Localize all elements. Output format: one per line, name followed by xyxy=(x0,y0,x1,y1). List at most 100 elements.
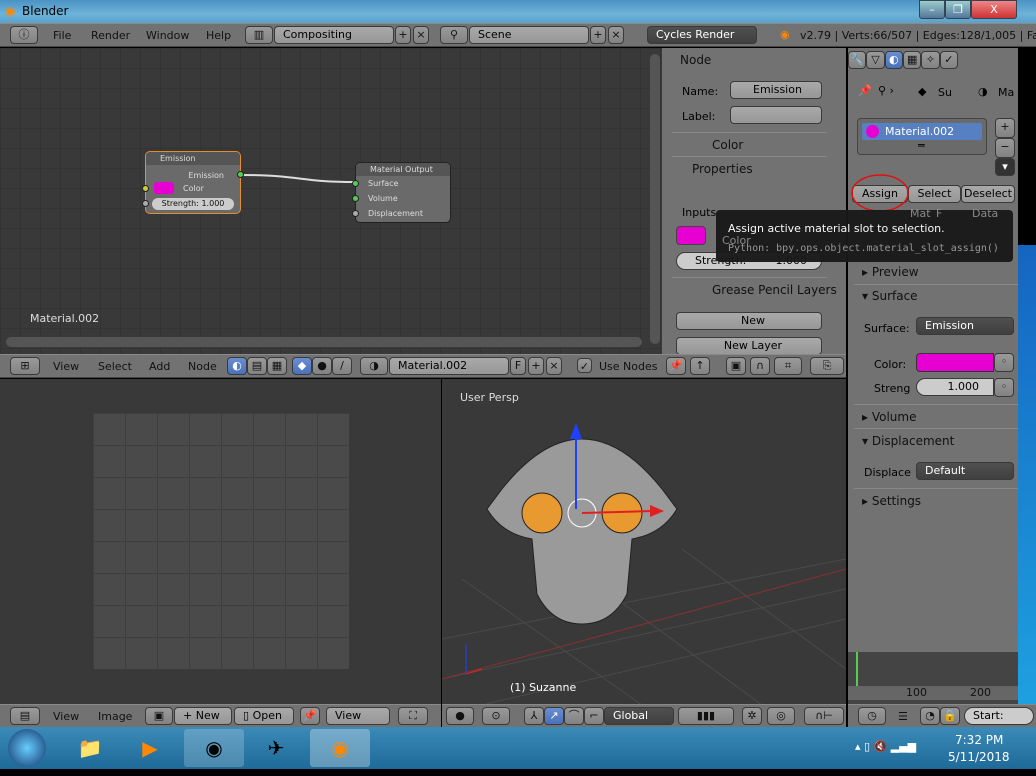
color-panel-title[interactable]: Color xyxy=(712,138,743,152)
add-slot-icon[interactable]: + xyxy=(995,118,1015,138)
editor-type-icon[interactable]: ⊞ xyxy=(10,357,40,375)
new-image-button[interactable]: + New xyxy=(174,707,232,725)
output-socket[interactable] xyxy=(237,171,244,178)
close-button[interactable]: X xyxy=(971,0,1017,19)
keyframe-icon[interactable]: ◔ xyxy=(920,707,940,725)
media-player-icon[interactable]: ▶ xyxy=(120,729,180,767)
start-button[interactable] xyxy=(8,729,46,767)
image-editor[interactable] xyxy=(0,379,441,705)
menu-icon[interactable]: ☰ xyxy=(898,710,908,723)
resize-handle-icon[interactable]: ═ xyxy=(918,139,925,152)
add-material-icon[interactable]: + xyxy=(528,357,544,375)
app-icon[interactable]: ✈ xyxy=(246,729,306,767)
layout-field[interactable]: Compositing xyxy=(274,26,394,44)
copy-paste-icon[interactable]: ⎘ xyxy=(810,357,844,375)
lock-icon[interactable]: 🔒 xyxy=(940,707,960,725)
snap-element-icon[interactable]: ⌗ xyxy=(774,357,802,375)
properties-panel-title[interactable]: Properties xyxy=(692,162,753,176)
new-grease-pencil-button[interactable]: New xyxy=(676,312,822,330)
data-tab-icon[interactable]: ▽ xyxy=(866,51,885,69)
tray-icons[interactable]: ▴ ▯ 🔇 ▂▄▆ xyxy=(855,740,916,753)
render-engine-select[interactable]: Cycles Render xyxy=(647,26,757,44)
clock-date[interactable]: 5/11/2018 xyxy=(948,750,1010,764)
strength-field[interactable]: 1.000 xyxy=(916,378,994,396)
settings-panel-title[interactable]: ▸ Settings xyxy=(862,494,921,508)
pin-icon[interactable]: 📌 xyxy=(858,84,872,97)
compositing-nodes-icon[interactable]: ▤ xyxy=(247,357,267,375)
surface-color-swatch[interactable] xyxy=(916,353,994,372)
pin-icon[interactable]: 📌 xyxy=(666,357,686,375)
remove-material-icon[interactable]: × xyxy=(546,357,562,375)
material-field[interactable]: Mat xyxy=(910,207,931,220)
breadcrumb-object[interactable]: Su xyxy=(938,86,952,99)
current-frame-marker[interactable] xyxy=(856,652,858,686)
world-icon[interactable]: ● xyxy=(312,357,332,375)
new-layer-button[interactable]: New Layer xyxy=(676,337,822,355)
start-frame-field[interactable]: Start: xyxy=(964,707,1034,725)
emission-node[interactable]: Emission Emission Color Strength: 1.000 xyxy=(142,151,244,214)
snap-element-icon[interactable]: ∩⊢ xyxy=(804,707,844,725)
node-name-field[interactable]: Emission xyxy=(730,81,822,99)
remove-slot-icon[interactable]: − xyxy=(995,138,1015,158)
input-socket[interactable] xyxy=(352,195,359,202)
scene-field[interactable]: Scene xyxy=(469,26,589,44)
menu-image[interactable]: Image xyxy=(98,710,132,723)
texture-tab-icon[interactable]: ▦ xyxy=(902,51,922,69)
menu-help[interactable]: Help xyxy=(206,29,231,42)
add-layout-icon[interactable]: + xyxy=(395,26,411,44)
displacement-panel-title[interactable]: ▾ Displacement xyxy=(862,434,954,448)
displacement-method-select[interactable]: Default xyxy=(916,462,1014,480)
menu-window[interactable]: Window xyxy=(146,29,189,42)
color-swatch[interactable] xyxy=(154,182,174,194)
view-mode-select[interactable]: View xyxy=(326,707,390,725)
shader-nodes-icon[interactable]: ◐ xyxy=(227,357,247,375)
menu-file[interactable]: File xyxy=(53,29,71,42)
node-panel-title[interactable]: Node xyxy=(680,53,711,67)
menu-select[interactable]: Select xyxy=(98,360,132,373)
file-explorer-icon[interactable]: 📁 xyxy=(60,729,120,767)
link-socket-icon[interactable]: ◦ xyxy=(994,378,1014,397)
editor-type-icon[interactable]: ▤ xyxy=(10,707,40,725)
image-browse-icon[interactable]: ▣ xyxy=(145,707,173,725)
fake-user-button[interactable]: F xyxy=(510,357,526,375)
grease-pencil-panel-title[interactable]: Grease Pencil Layers xyxy=(712,283,837,297)
slot-specials-icon[interactable]: ▾ xyxy=(995,158,1015,176)
remove-scene-icon[interactable]: × xyxy=(608,26,624,44)
horizontal-scrollbar[interactable] xyxy=(6,337,642,347)
pin-icon[interactable]: 📌 xyxy=(300,707,320,725)
input-socket[interactable] xyxy=(142,200,149,207)
translate-icon[interactable]: ↗ xyxy=(544,707,564,725)
line-style-icon[interactable]: / xyxy=(332,357,352,375)
open-image-button[interactable]: ▯ Open xyxy=(234,707,294,725)
manipulator-icon[interactable]: ⅄ xyxy=(524,707,544,725)
preview-panel-title[interactable]: ▸ Preview xyxy=(862,265,919,279)
texture-nodes-icon[interactable]: ▦ xyxy=(267,357,287,375)
info-editor-icon[interactable]: ⓘ xyxy=(10,26,38,44)
orientation-select[interactable]: Global xyxy=(604,707,674,725)
shading-icon[interactable]: ● xyxy=(446,707,474,725)
layer-icons[interactable]: ▮▮▮ xyxy=(678,707,734,725)
clock-time[interactable]: 7:32 PM xyxy=(955,733,1003,747)
minimize-button[interactable]: – xyxy=(919,0,945,19)
fake-user-button[interactable]: F xyxy=(936,207,942,220)
material-tab-icon[interactable]: ◐ xyxy=(884,51,903,69)
backdrop-icon[interactable]: ▣ xyxy=(726,357,746,375)
material-field[interactable]: Material.002 xyxy=(389,357,509,375)
input-socket[interactable] xyxy=(142,185,149,192)
material-output-node[interactable]: Material Output Surface Volume Displacem… xyxy=(352,162,451,223)
strength-slider[interactable]: Strength: 1.000 xyxy=(152,198,234,210)
chrome-icon[interactable]: ◉ xyxy=(184,729,244,767)
particles-tab-icon[interactable]: ✧ xyxy=(921,51,940,69)
select-button[interactable]: Select xyxy=(908,185,961,203)
proportional-icon[interactable]: ✲ xyxy=(742,707,762,725)
link-socket-icon[interactable]: ◦ xyxy=(994,353,1014,372)
menu-add[interactable]: Add xyxy=(149,360,170,373)
menu-view[interactable]: View xyxy=(53,710,79,723)
material-browse-icon[interactable]: ◑ xyxy=(360,357,388,375)
remove-layout-icon[interactable]: × xyxy=(413,26,429,44)
object-icon[interactable]: ◆ xyxy=(292,357,312,375)
timeline[interactable]: 100 200 xyxy=(848,652,1018,704)
material-slot-list[interactable]: Material.002 ═ xyxy=(857,118,987,155)
color-swatch[interactable] xyxy=(676,226,706,245)
editor-type-icon[interactable]: ◷ xyxy=(858,707,886,725)
